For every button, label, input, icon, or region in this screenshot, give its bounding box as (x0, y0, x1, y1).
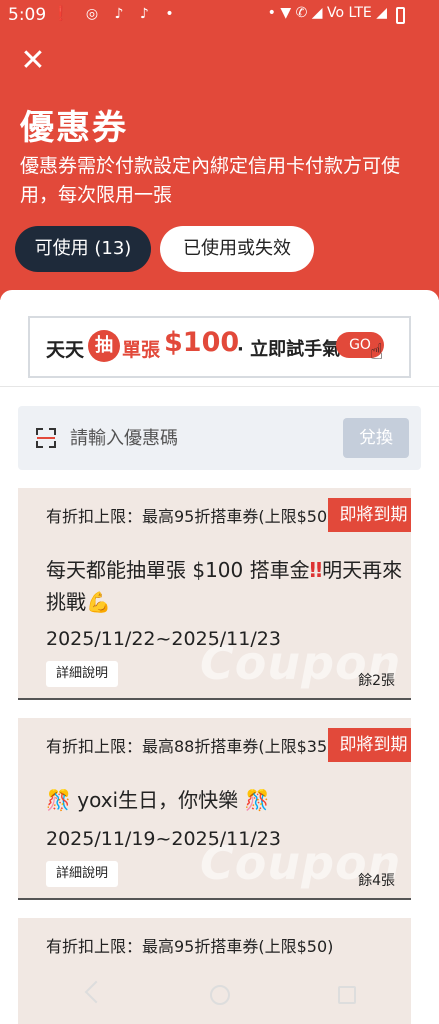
coupon-title: 🎊 yoxi生日，你快樂 🎊 (46, 784, 406, 816)
coupon-sheet: 天天 抽 單張 $100 · 立即試手氣 GO ☝ 兌換 Coupon 有折扣上… (0, 290, 439, 1024)
coupon-limit: 有折扣上限：最高95折搭車券(上限$50) (46, 507, 334, 526)
battery-icon (396, 7, 405, 24)
notification-icons: ❗ ◎ ♪ ♪ • (52, 6, 180, 22)
coupon-card[interactable]: Coupon 有折扣上限：最高88折搭車券(上限$35) 🎊 yoxi生日，你快… (18, 718, 411, 900)
home-icon[interactable] (210, 985, 230, 1005)
close-icon[interactable]: ✕ (18, 46, 48, 76)
coupon-remaining: 餘4張 (358, 873, 395, 889)
coupon-detail-button[interactable]: 詳細說明 (46, 861, 118, 887)
status-time: 5:09 (8, 5, 47, 25)
tab-used-or-expired[interactable]: 已使用或失效 (160, 226, 314, 272)
coupon-dates: 2025/11/19~2025/11/23 (46, 828, 281, 850)
promo-amount: $100 (164, 327, 240, 358)
promo-text-single: 單張 (122, 339, 161, 361)
status-bar: 5:09 ❗ ◎ ♪ ♪ • • ▼ ✆ ◢ Vo LTE ◢ (0, 0, 439, 32)
coupon-title-text: 每天都能抽單張 $100 搭車金 (46, 558, 310, 582)
coupon-dates: 2025/11/22~2025/11/23 (46, 628, 281, 650)
system-nav-bar (0, 970, 439, 1024)
promo-text-daily: 天天 (46, 339, 85, 361)
coupon-limit: 有折扣上限：最高95折搭車券(上限$50) (46, 937, 334, 956)
page-description: 優惠券需於付款設定內綁定信用卡付款方可使用，每次限用一張 (20, 155, 401, 206)
coupon-remaining: 餘2張 (358, 673, 395, 689)
coupon-title: 每天都能抽單張 $100 搭車金‼明天再來挑戰💪 (46, 554, 406, 618)
pointing-hand-icon: ☝ (370, 340, 384, 365)
lottery-badge: 抽 (88, 330, 120, 362)
signal-icons: • ▼ ✆ ◢ Vo LTE ◢ (267, 5, 387, 21)
recent-apps-icon[interactable] (338, 986, 356, 1004)
coupon-card[interactable]: Coupon 有折扣上限：最高95折搭車券(上限$50) 每天都能抽單張 $10… (18, 488, 411, 700)
promo-code-box: 兌換 (18, 406, 421, 470)
coupon-limit: 有折扣上限：最高88折搭車券(上限$35) (46, 737, 334, 756)
double-exclamation-icon: ‼ (309, 558, 323, 582)
expiring-badge: 即將到期 (328, 728, 411, 762)
confetti-ball-icon: 🎊 (244, 788, 270, 812)
coupon-header: ✕ 優惠券 優惠券需於付款設定內綁定信用卡付款方可使用，每次限用一張 可使用 (… (0, 32, 439, 300)
flexed-biceps-icon: 💪 (86, 590, 111, 614)
divider (0, 386, 439, 387)
promo-text-try: · 立即試手氣 (237, 339, 341, 360)
coupon-title-text: yoxi生日，你快樂 (77, 788, 239, 812)
promo-code-input[interactable] (70, 424, 320, 452)
redeem-button[interactable]: 兌換 (343, 418, 409, 458)
scan-icon[interactable] (36, 428, 56, 448)
confetti-ball-icon: 🎊 (46, 788, 71, 812)
lottery-promo-banner[interactable]: 天天 抽 單張 $100 · 立即試手氣 GO ☝ (28, 316, 411, 378)
tab-available[interactable]: 可使用 (13) (15, 226, 151, 272)
expiring-badge: 即將到期 (328, 498, 411, 532)
coupon-detail-button[interactable]: 詳細說明 (46, 661, 118, 687)
page-title: 優惠券 (20, 108, 128, 148)
back-icon[interactable] (84, 980, 108, 1004)
